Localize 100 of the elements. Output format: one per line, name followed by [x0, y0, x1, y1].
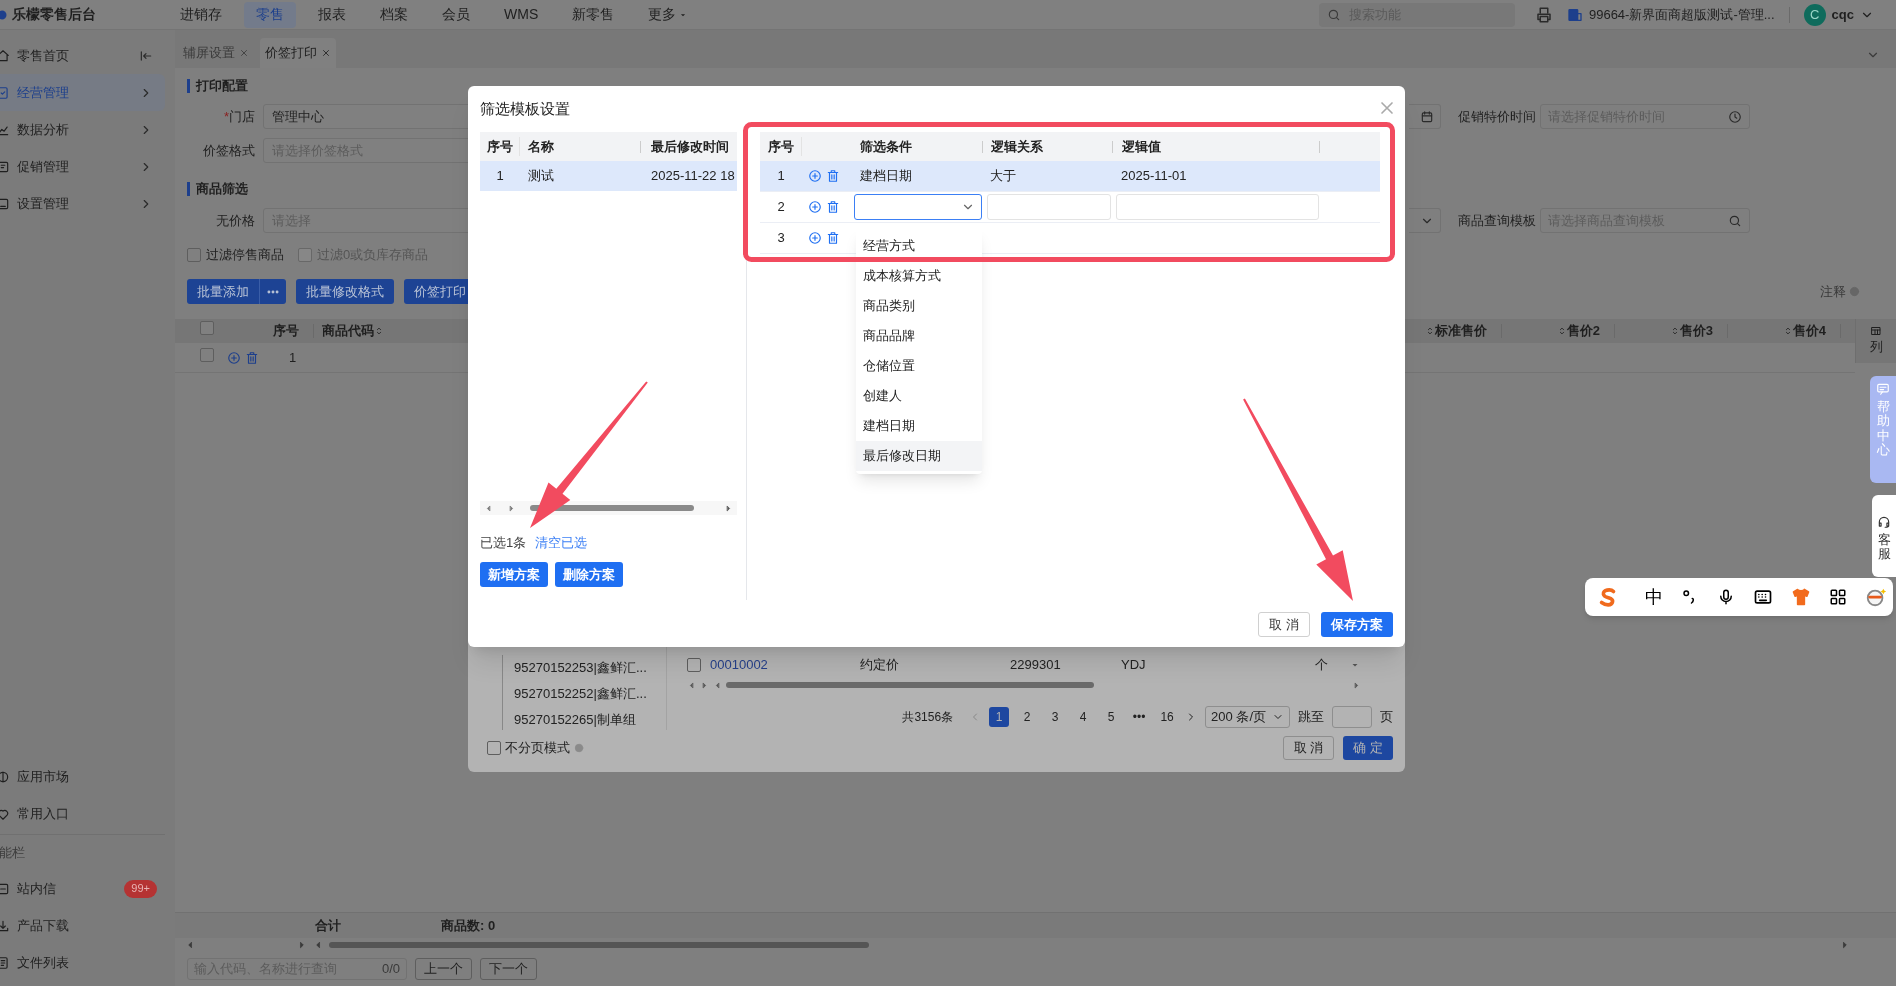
column-header[interactable]: 售价3 [1615, 321, 1727, 341]
batch-add-button[interactable]: 批量添加 [187, 279, 260, 304]
value-field[interactable] [1116, 194, 1319, 220]
dropdown-option[interactable]: 最后修改日期 [856, 441, 982, 471]
add-row-icon[interactable] [227, 350, 241, 365]
checkbox[interactable] [200, 321, 214, 336]
nav-tab[interactable]: 档案 [368, 1, 420, 28]
clear-selection-link[interactable]: 清空已选 [535, 533, 588, 553]
sidebar-item[interactable]: 产品下载 [0, 907, 165, 944]
sidebar-item[interactable]: 零售首页 [0, 37, 165, 74]
search-icon [1326, 7, 1341, 22]
plan-row[interactable]: 1 测试 2025-11-22 18 [480, 161, 737, 191]
headset-icon [1877, 515, 1891, 529]
page-tab[interactable]: 价签打印 [260, 38, 336, 68]
checkbox[interactable] [687, 658, 701, 672]
condition-select[interactable] [854, 194, 982, 220]
printer-icon[interactable] [1534, 5, 1553, 24]
plan-button[interactable]: 新增方案 [480, 562, 548, 587]
sidebar-item[interactable]: 站内信 99+ [0, 870, 165, 907]
page-number[interactable]: 5 [1101, 707, 1122, 727]
page-number[interactable]: 3 [1045, 707, 1066, 727]
user-name[interactable]: cqc [1831, 4, 1854, 25]
scrollbar-thumb[interactable] [726, 682, 1094, 688]
page-size-select[interactable]: 200 条/页 [1205, 706, 1290, 728]
cancel-button[interactable]: 取 消 [1258, 612, 1310, 637]
nav-tab[interactable]: 新零售 [560, 1, 627, 28]
relation-field[interactable] [987, 194, 1111, 220]
customer-service-tab[interactable]: 客服 [1872, 495, 1896, 577]
shirt-icon[interactable] [1791, 587, 1811, 607]
checkbox[interactable] [487, 741, 501, 755]
close-icon[interactable] [321, 48, 331, 58]
toolbar-button[interactable]: 批量修改格式 [296, 279, 394, 304]
confirm-button[interactable]: 确 定 [1343, 736, 1393, 760]
columns-icon [1870, 325, 1882, 338]
page-number[interactable]: 2 [1017, 707, 1038, 727]
dropdown-option[interactable]: 仓储位置 [856, 351, 982, 381]
delete-row-icon[interactable] [245, 350, 259, 365]
sidebar-item[interactable]: 常用入口 [0, 795, 165, 832]
mascot-icon[interactable] [1865, 586, 1887, 608]
checkbox[interactable] [187, 248, 201, 262]
dropdown-option[interactable]: 商品品牌 [856, 321, 982, 351]
plan-button[interactable]: 删除方案 [555, 562, 623, 587]
add-row-icon[interactable] [808, 231, 822, 245]
page-unit-label: 页 [1380, 708, 1393, 727]
add-row-icon[interactable] [808, 200, 822, 214]
column-header[interactable]: 售价2 [1502, 321, 1614, 341]
store-name[interactable]: 99664-新界面商超版测试-管理... [1588, 4, 1775, 25]
collapse-icon[interactable] [139, 48, 153, 63]
page-number[interactable]: 1 [989, 707, 1010, 727]
sidebar-item[interactable]: 设置管理 [0, 185, 165, 222]
column-settings-button[interactable]: 列 [1855, 319, 1896, 363]
dropdown-option[interactable]: 成本核算方式 [856, 261, 982, 291]
input-field[interactable] [1409, 208, 1441, 233]
checkbox[interactable] [200, 347, 214, 362]
nav-tab[interactable]: 会员 [430, 1, 482, 28]
nav-tab[interactable]: 进销存 [168, 1, 234, 28]
nav-tab[interactable]: 报表 [306, 1, 358, 28]
sidebar-item[interactable]: 促销管理 [0, 148, 165, 185]
nav-tab[interactable]: 零售 [244, 1, 296, 28]
column-header[interactable]: 标准售价 [1389, 321, 1501, 341]
total-label: 合计 [315, 916, 341, 935]
dropdown-option[interactable]: 创建人 [856, 381, 982, 411]
grid-icon[interactable] [1829, 588, 1847, 606]
close-icon[interactable] [239, 48, 249, 58]
page-jump-field[interactable] [1332, 706, 1372, 728]
page-number[interactable]: 4 [1073, 707, 1094, 727]
sidebar-item[interactable]: 文件列表 [0, 944, 165, 981]
condition-row[interactable]: 1 建档日期 大于 2025-11-01 [760, 161, 1380, 191]
more-button[interactable] [260, 279, 286, 304]
save-plan-button[interactable]: 保存方案 [1321, 612, 1393, 637]
scrollbar-thumb[interactable] [329, 942, 869, 948]
sidebar-item[interactable]: 应用市场 [0, 758, 165, 795]
tree-item[interactable]: 95270152253|鑫鲜汇... [514, 658, 647, 678]
cancel-button[interactable]: 取 消 [1282, 736, 1335, 760]
delete-row-icon[interactable] [826, 169, 840, 183]
field-label: 商品查询模板 [1458, 211, 1537, 230]
column-header[interactable]: 商品代码 [322, 321, 384, 341]
menu-icon [0, 918, 10, 933]
input-field[interactable] [1409, 104, 1441, 129]
app-logo-text: 乐檬零售后台 [12, 5, 96, 24]
add-row-icon[interactable] [808, 169, 822, 183]
dropdown-option[interactable]: 商品类别 [856, 291, 982, 321]
sidebar-item[interactable]: 数据分析 [0, 111, 165, 148]
tree-item[interactable]: 95270152265|制单组 [514, 710, 636, 730]
user-avatar[interactable]: C [1803, 3, 1826, 26]
nav-tab[interactable]: 更多 [636, 1, 701, 28]
page-number[interactable]: ••• [1129, 707, 1150, 727]
keyboard-icon[interactable] [1753, 587, 1773, 607]
sidebar-item[interactable]: 经营管理 [0, 74, 165, 111]
page-number[interactable]: 16 [1157, 707, 1178, 727]
delete-row-icon[interactable] [826, 200, 840, 214]
product-code-link[interactable]: 00010002 [710, 655, 860, 675]
delete-row-icon[interactable] [826, 231, 840, 245]
microphone-icon[interactable] [1717, 588, 1735, 606]
table-cell-text: 约定价 [860, 656, 900, 675]
tree-item[interactable]: 95270152252|鑫鲜汇... [514, 684, 647, 704]
input-mode-toggle[interactable]: 中 [1645, 583, 1663, 611]
nav-tab[interactable]: WMS [492, 1, 551, 28]
column-header[interactable]: 售价4 [1728, 321, 1840, 341]
dropdown-option[interactable]: 建档日期 [856, 411, 982, 441]
